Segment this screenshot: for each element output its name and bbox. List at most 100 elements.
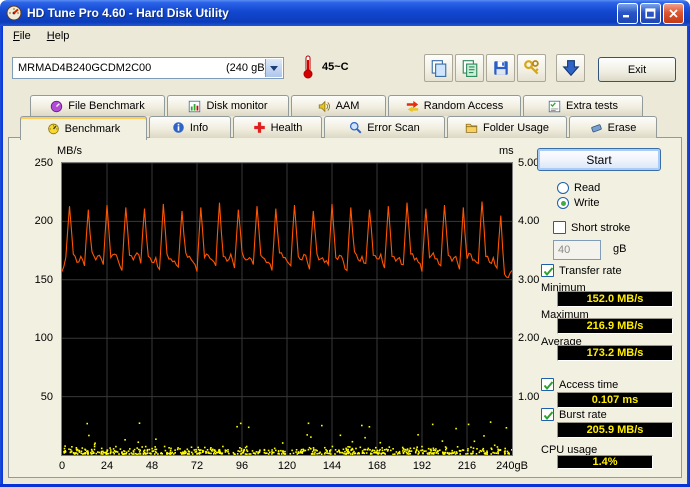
x-axis-tick: 240gB [496,460,528,472]
cpu-usage-value: 1.4% [557,455,653,469]
speaker-icon [318,100,330,112]
check-icon [543,381,554,391]
checkbox-box [541,378,554,391]
tab-label: Health [270,121,303,134]
burst-rate-value: 205.9 MB/s [557,422,673,438]
x-axis-tick: 24 [100,460,114,472]
copy-icon [431,60,446,77]
tab-label: File Benchmark [68,100,145,112]
radio-dot [560,200,566,206]
x-axis-tick: 168 [367,460,387,472]
chart-canvas [62,163,512,455]
info-icon [173,122,184,133]
tab-folder-usage[interactable]: Folder Usage [447,116,567,138]
read-label: Read [574,182,601,194]
magnifier-icon [350,122,362,134]
tab-label: Folder Usage [482,121,550,134]
eraser-icon [590,124,602,133]
hdtune-window: HD Tune Pro 4.60 - Hard Disk Utility Fil… [0,0,690,487]
menu-file[interactable]: File [5,27,39,45]
tab-label: Benchmark [64,122,121,135]
random-access-icon [406,100,418,112]
transfer-rate-checkbox[interactable]: Transfer rate [541,264,622,277]
y-axis-tick: 200 [34,215,53,227]
window-title: HD Tune Pro 4.60 - Hard Disk Utility [27,6,229,20]
disk-monitor-icon [189,100,201,112]
keys-icon [523,60,539,75]
copy-text-button[interactable] [455,54,484,82]
access-time-checkbox[interactable]: Access time [541,378,618,391]
tab-disk-monitor[interactable]: Disk monitor [167,95,289,116]
checkbox-box [541,264,554,277]
benchmark-panel: MB/s ms 250 200 150 100 50 5.00 4.00 3.0… [8,137,682,478]
write-label: Write [574,197,600,209]
drive-select-dropdown-button[interactable] [265,59,282,77]
health-cross-icon [253,122,265,133]
arrow-down-icon [561,60,580,77]
save-icon [493,61,508,75]
short-stroke-unit-label: gB [613,243,627,255]
tab-file-benchmark[interactable]: File Benchmark [30,95,165,116]
read-radio[interactable]: Read [557,182,600,194]
drive-select[interactable]: MRMAD4B240GCDM2C00 (240 gB) [12,57,284,79]
close-icon [669,8,678,18]
check-icon [543,411,554,421]
transfer-rate-label: Transfer rate [559,264,622,277]
right-axis-unit: ms [499,145,514,157]
file-benchmark-icon [51,100,63,112]
short-stroke-size-input[interactable] [553,240,601,260]
exit-button[interactable]: Exit [598,57,676,82]
tab-error-scan[interactable]: Error Scan [324,116,445,138]
tab-label: Random Access [423,100,504,112]
checkbox-box [553,221,566,234]
maximum-value: 216.9 MB/s [557,318,673,334]
burst-rate-checkbox[interactable]: Burst rate [541,408,607,421]
y-axis-tick-right: 4.00 [518,215,540,227]
tab-health[interactable]: Health [233,116,322,138]
tab-label: Extra tests [566,100,618,112]
copy-screenshot-button[interactable] [424,54,453,82]
tab-erase[interactable]: Erase [569,116,657,138]
copy-text-icon [462,60,477,77]
tab-row-bottom: Benchmark Info Health Error Scan Folder … [20,116,657,140]
x-axis-tick: 216 [457,460,477,472]
x-axis-tick: 72 [190,460,204,472]
chevron-down-icon [270,65,278,71]
radio-circle [557,182,569,194]
tab-label: Error Scan [367,121,420,134]
menu-help[interactable]: Help [39,27,78,45]
close-button[interactable] [663,2,684,24]
minimize-button[interactable] [617,2,638,24]
save-screenshot-button[interactable] [486,54,515,82]
short-stroke-label: Short stroke [571,221,631,234]
access-time-label: Access time [559,378,619,391]
checkbox-box [541,408,554,421]
titlebar[interactable]: HD Tune Pro 4.60 - Hard Disk Utility [0,0,690,26]
window-border-left [0,26,3,487]
tab-random-access[interactable]: Random Access [388,95,521,116]
write-radio[interactable]: Write [557,197,599,209]
start-button[interactable]: Start [537,148,661,171]
x-axis-tick: 0 [58,460,66,472]
short-stroke-checkbox[interactable]: Short stroke [553,221,630,234]
maximize-icon [645,7,656,18]
y-axis-tick-right: 1.00 [518,391,540,403]
tab-label: Erase [607,121,637,134]
capture-button[interactable] [556,54,585,82]
x-axis-tick: 120 [277,460,297,472]
menubar: File Help [3,26,687,46]
tab-aam[interactable]: AAM [291,95,386,116]
x-axis-tick: 48 [145,460,159,472]
app-icon [6,5,22,21]
tab-info[interactable]: Info [149,116,231,138]
y-axis-tick: 50 [40,391,53,403]
x-axis-tick: 192 [412,460,432,472]
tab-benchmark[interactable]: Benchmark [20,116,147,140]
maximize-button[interactable] [640,2,661,24]
tab-extra-tests[interactable]: Extra tests [523,95,643,116]
minimize-icon [623,14,629,17]
left-axis-unit: MB/s [57,145,83,157]
access-time-value: 0.107 ms [557,392,673,408]
y-axis-tick: 150 [34,274,53,286]
options-button[interactable] [517,54,546,82]
